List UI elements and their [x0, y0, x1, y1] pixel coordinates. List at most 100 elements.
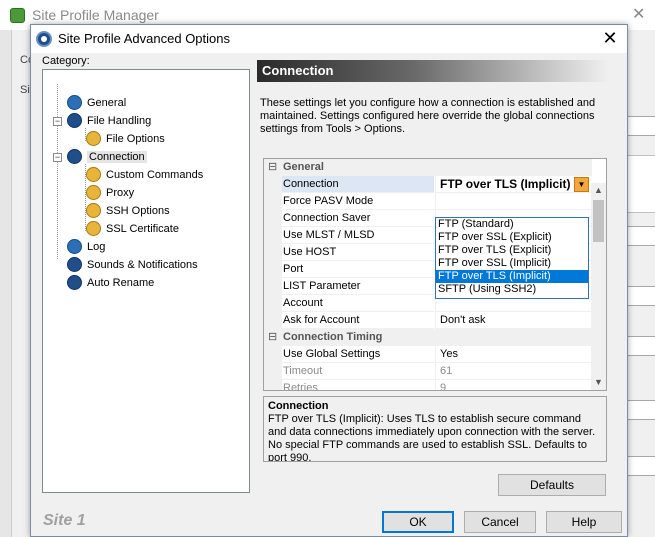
tree-connector [57, 84, 58, 259]
grid-row[interactable]: Use Global Settings Yes [264, 346, 592, 363]
tree-item-custom-commands[interactable]: Custom Commands [86, 166, 204, 184]
collapse-icon[interactable]: ⊟ [268, 329, 277, 346]
category-tree[interactable]: General − File Handling File Options − C… [42, 69, 250, 493]
advanced-options-dialog: Site Profile Advanced Options ✕ Category… [30, 24, 628, 537]
description-body: FTP over TLS (Implicit): Uses TLS to est… [268, 413, 596, 462]
ok-button[interactable]: OK [382, 511, 454, 533]
category-label: Category: [42, 55, 90, 67]
tree-item-label: SSL Certificate [106, 223, 179, 235]
dialog-app-icon [36, 31, 52, 47]
tree-item-label: Custom Commands [106, 169, 204, 181]
tree-item-label: File Options [106, 133, 165, 145]
grid-row-connection[interactable]: Connection FTP over TLS (Implicit) ▼ [264, 176, 592, 193]
grid-gutter [264, 295, 282, 312]
connection-dropdown-list[interactable]: FTP (Standard) FTP over SSL (Explicit) F… [435, 217, 589, 299]
grid-row-name: LIST Parameter [282, 278, 434, 295]
background-window-title: Site Profile Manager [32, 7, 159, 23]
background-input-field[interactable] [627, 336, 655, 356]
tree-item-file-options[interactable]: File Options [86, 130, 165, 148]
grid-row-name: Connection [282, 176, 434, 193]
background-list-box[interactable] [627, 155, 655, 213]
connection-combo-value[interactable]: FTP over TLS (Implicit) [435, 176, 592, 193]
dropdown-option-selected[interactable]: FTP over TLS (Implicit) [436, 270, 588, 283]
grid-row-value[interactable]: 61 [435, 363, 592, 380]
grid-row-name: Use MLST / MLSD [282, 227, 434, 244]
background-input-field[interactable] [627, 226, 655, 246]
grid-gutter [264, 380, 282, 390]
dialog-title: Site Profile Advanced Options [58, 31, 230, 46]
grid-row-name: Ask for Account [282, 312, 434, 329]
close-icon[interactable]: ✕ [599, 28, 621, 48]
grid-gutter [264, 346, 282, 363]
tree-item-proxy[interactable]: Proxy [86, 184, 134, 202]
dropdown-option[interactable]: FTP (Standard) [436, 218, 588, 231]
general-icon [67, 94, 82, 110]
ssl-certificate-icon [86, 220, 101, 236]
grid-gutter [264, 227, 282, 244]
tree-item-sounds[interactable]: Sounds & Notifications [67, 256, 198, 274]
grid-row-value[interactable]: 9 [435, 380, 592, 390]
grid-category-general[interactable]: ⊟ General [264, 159, 592, 176]
sounds-icon [67, 256, 82, 272]
proxy-icon [86, 184, 101, 200]
tree-item-general[interactable]: General [67, 94, 127, 112]
grid-row-name: Force PASV Mode [282, 193, 434, 210]
scroll-up-icon[interactable]: ▲ [591, 183, 606, 198]
help-button[interactable]: Help [546, 511, 622, 533]
collapse-icon[interactable]: ⊟ [268, 159, 277, 176]
custom-commands-icon [86, 166, 101, 182]
background-close-icon[interactable]: ✕ [632, 4, 645, 24]
grid-gutter [264, 278, 282, 295]
grid-category-timing[interactable]: ⊟ Connection Timing [264, 329, 592, 346]
scrollbar-thumb[interactable] [593, 200, 604, 242]
panel-header: Connection [257, 60, 609, 82]
app-icon [10, 8, 25, 23]
defaults-button[interactable]: Defaults [498, 474, 606, 496]
scroll-down-icon[interactable]: ▼ [591, 375, 606, 390]
chevron-down-icon[interactable]: ▼ [574, 177, 589, 192]
grid-gutter [264, 244, 282, 261]
grid-gutter [264, 261, 282, 278]
grid-row-value[interactable]: Yes [435, 346, 592, 363]
tree-expander-file-handling[interactable]: − [53, 117, 62, 126]
tree-item-log[interactable]: Log [67, 238, 106, 256]
dropdown-option[interactable]: FTP over SSL (Implicit) [436, 257, 588, 270]
tree-item-ssl-certificate[interactable]: SSL Certificate [86, 220, 179, 238]
site-name-label: Site 1 [43, 512, 86, 529]
tree-item-label: Sounds & Notifications [87, 259, 198, 271]
grid-gutter [264, 363, 282, 380]
grid-row[interactable]: Ask for Account Don't ask [264, 312, 592, 329]
grid-gutter [264, 176, 282, 193]
dropdown-option[interactable]: FTP over SSL (Explicit) [436, 231, 588, 244]
property-description-box: Connection FTP over TLS (Implicit): Uses… [263, 396, 607, 462]
file-handling-icon [67, 112, 82, 128]
grid-row-value[interactable]: Don't ask [435, 312, 592, 329]
grid-category-label: General [283, 161, 324, 173]
background-input-field[interactable] [627, 116, 655, 136]
background-input-field[interactable] [627, 286, 655, 306]
tree-item-ssh-options[interactable]: SSH Options [86, 202, 170, 220]
background-input-field[interactable] [627, 400, 655, 420]
grid-row[interactable]: Force PASV Mode [264, 193, 592, 210]
cancel-button[interactable]: Cancel [464, 511, 536, 533]
tree-item-label: General [87, 97, 127, 109]
description-title: Connection [268, 400, 329, 412]
tree-item-label: SSH Options [106, 205, 170, 217]
tree-expander-connection[interactable]: − [53, 153, 62, 162]
connection-icon [67, 148, 82, 164]
tree-item-label: Auto Rename [87, 277, 155, 289]
grid-row-name: Retries [282, 380, 434, 390]
tree-item-file-handling[interactable]: File Handling [67, 112, 151, 130]
grid-row[interactable]: Retries 9 [264, 380, 592, 390]
tree-item-label: Log [87, 241, 106, 253]
grid-row[interactable]: Timeout 61 [264, 363, 592, 380]
grid-row-value[interactable] [435, 193, 592, 210]
tree-item-auto-rename[interactable]: Auto Rename [67, 274, 155, 292]
background-input-field[interactable] [627, 456, 655, 476]
auto-rename-icon [67, 274, 82, 290]
dropdown-option[interactable]: SFTP (Using SSH2) [436, 283, 588, 296]
tree-item-connection[interactable]: Connection [67, 148, 147, 166]
panel-description: These settings let you configure how a c… [260, 97, 596, 135]
dropdown-option[interactable]: FTP over TLS (Explicit) [436, 244, 588, 257]
grid-scrollbar[interactable]: ▲ ▼ [591, 183, 606, 390]
